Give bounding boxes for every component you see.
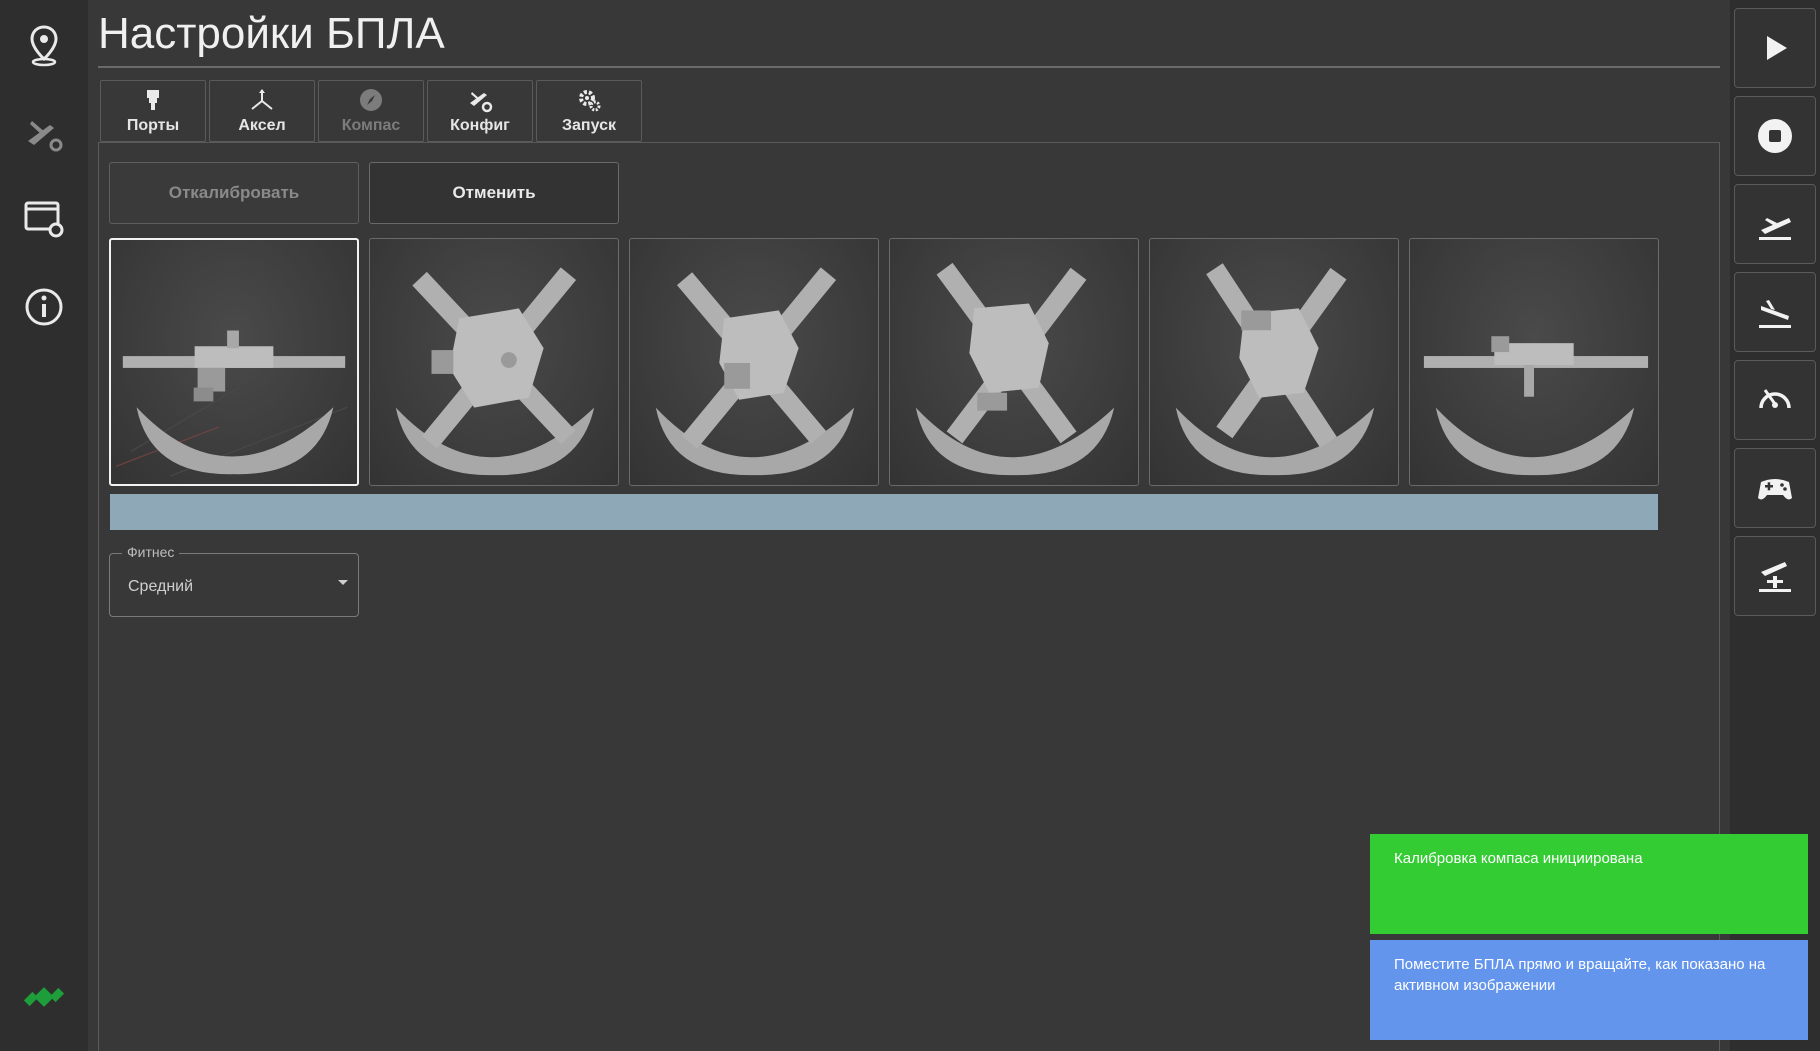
port-icon bbox=[147, 90, 159, 110]
speedometer-icon bbox=[1759, 389, 1791, 409]
window-settings-icon bbox=[24, 201, 64, 238]
gears-icon bbox=[579, 90, 601, 112]
left-sidebar bbox=[0, 0, 88, 1051]
fitness-value: Средний bbox=[128, 578, 194, 595]
fitness-label: Фитнес bbox=[122, 544, 180, 560]
nav-map[interactable] bbox=[0, 10, 88, 80]
drone-orientation-upside-down bbox=[1423, 336, 1649, 476]
tab-config[interactable]: Конфиг bbox=[427, 80, 533, 142]
drone-orientation-nose-down bbox=[395, 267, 595, 476]
speed-button[interactable] bbox=[1734, 360, 1816, 440]
compass-icon bbox=[360, 89, 382, 111]
tab-label: Аксел bbox=[238, 117, 286, 134]
satellite-icon bbox=[23, 987, 65, 1007]
orientation-image-3 bbox=[629, 238, 879, 486]
gamepad-button[interactable] bbox=[1734, 448, 1816, 528]
play-button[interactable] bbox=[1734, 8, 1816, 88]
landing-button[interactable] bbox=[1734, 272, 1816, 352]
tab-label: Запуск bbox=[562, 117, 616, 134]
cancel-button[interactable]: Отменить bbox=[369, 162, 619, 224]
orientation-image-5 bbox=[1149, 238, 1399, 486]
tab-accel[interactable]: Аксел bbox=[209, 80, 315, 142]
satellite-status bbox=[0, 962, 88, 1032]
drone-orientation-tilt-right bbox=[915, 262, 1115, 476]
orientation-image-4 bbox=[889, 238, 1139, 486]
plane-gear-icon bbox=[470, 92, 493, 113]
orientation-image-2 bbox=[369, 238, 619, 486]
nav-info[interactable] bbox=[0, 272, 88, 342]
chevron-down-icon bbox=[338, 580, 348, 585]
orientation-image-6 bbox=[1409, 238, 1659, 486]
drone-orientation-level bbox=[115, 330, 348, 477]
drone-orientation-tilt-left bbox=[655, 267, 855, 476]
drone-settings-icon bbox=[28, 121, 63, 152]
calibration-progress bbox=[110, 494, 1658, 530]
launch-pad-icon bbox=[1759, 562, 1791, 592]
tab-ports[interactable]: Порты bbox=[100, 80, 206, 142]
gamepad-icon bbox=[1758, 479, 1792, 500]
stop-button[interactable] bbox=[1734, 96, 1816, 176]
tab-label: Порты bbox=[126, 117, 180, 134]
nav-window-settings[interactable] bbox=[0, 184, 88, 254]
map-pin-icon bbox=[30, 25, 58, 67]
page-title: Настройки БПЛА bbox=[98, 9, 445, 58]
progress-fill bbox=[110, 494, 1658, 530]
title-divider bbox=[98, 66, 1720, 68]
tab-label: Конфиг bbox=[450, 117, 510, 134]
fitness-select[interactable]: Фитнес Средний bbox=[109, 544, 359, 617]
play-icon bbox=[1767, 36, 1787, 60]
tab-label: Компас bbox=[341, 117, 401, 134]
landing-icon bbox=[1759, 300, 1791, 328]
nav-drone-settings[interactable] bbox=[0, 98, 88, 168]
tab-compass[interactable]: Компас bbox=[318, 80, 424, 142]
tab-bar: Порты Аксел Компас Конфиг Запуск bbox=[100, 80, 642, 142]
notification-calibration-started: Калибровка компаса инициирована bbox=[1370, 834, 1808, 934]
takeoff-icon bbox=[1759, 218, 1791, 240]
notification-rotate-instruction: Поместите БПЛА прямо и вращайте, как пок… bbox=[1370, 940, 1808, 1040]
calibrate-button[interactable]: Откалибровать bbox=[109, 162, 359, 224]
drone-orientation-nose-up bbox=[1175, 263, 1375, 476]
info-icon bbox=[25, 288, 63, 326]
tab-launch[interactable]: Запуск bbox=[536, 80, 642, 142]
stop-icon bbox=[1758, 119, 1792, 153]
axes-icon bbox=[251, 89, 273, 110]
orientation-image-1 bbox=[109, 238, 359, 486]
takeoff-button[interactable] bbox=[1734, 184, 1816, 264]
launch-pad-button[interactable] bbox=[1734, 536, 1816, 616]
